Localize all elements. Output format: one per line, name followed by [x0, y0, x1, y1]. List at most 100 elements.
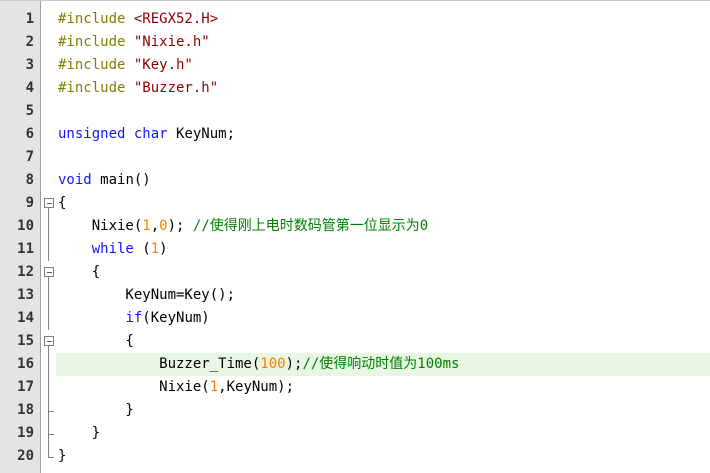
code-token: #include [58, 34, 134, 50]
code-line[interactable]: 2 #include "Nixie.h" [0, 31, 710, 54]
code-line[interactable]: 13 KeyNum=Key(); [0, 284, 710, 307]
fold-marker [44, 399, 54, 422]
code-text[interactable]: { [56, 261, 710, 284]
code-token: "Key.h" [133, 57, 193, 73]
code-text[interactable] [56, 146, 710, 169]
fold-marker [44, 146, 53, 169]
code-line[interactable]: 9{ [0, 192, 710, 215]
code-token: Nixie( [58, 379, 210, 395]
fold-marker [44, 8, 53, 31]
line-number: 15 [17, 333, 34, 349]
code-token: ,KeyNum); [218, 379, 295, 395]
code-editor[interactable]: 1 #include <REGX52.H> 2 #include "Nixie.h" 3… [0, 0, 710, 473]
code-line[interactable]: 4 #include "Buzzer.h" [0, 77, 710, 100]
code-text[interactable]: if(KeyNum) [56, 307, 710, 330]
code-token: unsigned char [58, 126, 177, 142]
line-number: 16 [17, 356, 34, 372]
code-token: 1 [142, 218, 151, 234]
fold-marker [44, 169, 53, 192]
code-token: ) [159, 241, 168, 257]
code-token: <REGX52.H> [133, 11, 219, 27]
code-line[interactable]: 8 void main() [0, 169, 710, 192]
code-line[interactable]: 11 while (1) [0, 238, 710, 261]
code-lines[interactable]: 1 #include <REGX52.H> 2 #include "Nixie.h" 3… [0, 8, 710, 468]
code-token: , [150, 218, 160, 234]
line-number: 18 [17, 402, 34, 418]
fold-marker [44, 54, 53, 77]
fold-marker [44, 215, 53, 238]
code-token: KeyNum; [176, 126, 236, 142]
code-line[interactable]: 1 #include <REGX52.H> [0, 8, 710, 31]
code-text[interactable]: KeyNum=Key(); [56, 284, 710, 307]
fold-marker[interactable] [44, 192, 54, 215]
code-token: { [58, 195, 67, 211]
fold-marker[interactable] [44, 330, 54, 353]
code-line[interactable]: 7 [0, 146, 710, 169]
line-number: 13 [17, 287, 34, 303]
code-text[interactable]: unsigned char KeyNum; [56, 123, 710, 146]
code-token: KeyNum=Key(); [58, 287, 236, 303]
code-token: { [58, 264, 101, 280]
fold-marker [44, 445, 54, 468]
line-number: 4 [25, 80, 34, 96]
code-token: 0 [159, 218, 168, 234]
code-token: while [91, 241, 134, 257]
fold-marker [44, 31, 53, 54]
code-text[interactable]: #include "Nixie.h" [56, 31, 710, 54]
code-text[interactable]: { [56, 192, 710, 215]
code-token: } [58, 425, 101, 441]
code-text[interactable]: while (1) [56, 238, 710, 261]
fold-marker [44, 376, 53, 399]
code-line[interactable]: 20} [0, 445, 710, 468]
code-token: #include [58, 57, 134, 73]
code-token: ); [167, 218, 193, 234]
code-token: 1 [150, 241, 160, 257]
code-line[interactable]: 6 unsigned char KeyNum; [0, 123, 710, 146]
code-text[interactable]: } [56, 399, 710, 422]
fold-marker[interactable] [44, 261, 54, 284]
line-number: 8 [25, 172, 34, 188]
code-text[interactable]: Nixie(1,KeyNum); [56, 376, 710, 399]
code-text[interactable]: void main() [56, 169, 710, 192]
code-line[interactable]: 16 Buzzer_Time(100);//使得响动时值为100ms [0, 353, 710, 376]
code-text[interactable]: Nixie(1,0); //使得刚上电时数码管第一位显示为0 [56, 215, 710, 238]
code-line[interactable]: 12 { [0, 261, 710, 284]
code-token: } [58, 448, 67, 464]
code-line[interactable]: 10 Nixie(1,0); //使得刚上电时数码管第一位显示为0 [0, 215, 710, 238]
code-token: main() [100, 172, 151, 188]
code-token: //使得响动时值为100ms [302, 356, 460, 372]
code-line[interactable]: 3 #include "Key.h" [0, 54, 710, 77]
code-text[interactable]: } [56, 422, 710, 445]
code-line[interactable]: 19 } [0, 422, 710, 445]
code-token: #include [58, 80, 134, 96]
code-text[interactable]: Buzzer_Time(100);//使得响动时值为100ms [56, 353, 710, 376]
line-number: 20 [17, 448, 34, 464]
collapse-icon[interactable] [44, 336, 54, 346]
code-text[interactable]: #include "Buzzer.h" [56, 77, 710, 100]
editor-top-border [0, 0, 710, 1]
code-line[interactable]: 17 Nixie(1,KeyNum); [0, 376, 710, 399]
line-number: 9 [25, 195, 34, 211]
fold-marker [44, 238, 53, 261]
collapse-icon[interactable] [44, 198, 54, 208]
code-token: "Buzzer.h" [133, 80, 219, 96]
collapse-icon[interactable] [44, 267, 54, 277]
code-line[interactable]: 5 [0, 100, 710, 123]
line-number: 11 [17, 241, 34, 257]
code-line[interactable]: 15 { [0, 330, 710, 353]
code-text[interactable]: } [56, 445, 710, 468]
code-text[interactable]: #include "Key.h" [56, 54, 710, 77]
code-line[interactable]: 18 } [0, 399, 710, 422]
code-token: void [58, 172, 101, 188]
fold-marker [44, 123, 53, 146]
line-number: 2 [25, 34, 34, 50]
fold-marker [44, 284, 53, 307]
code-text[interactable] [56, 100, 710, 123]
line-number: 1 [25, 11, 34, 27]
code-text[interactable]: #include <REGX52.H> [56, 8, 710, 31]
code-token: if [125, 310, 143, 326]
code-line[interactable]: 14 if(KeyNum) [0, 307, 710, 330]
code-token: } [58, 402, 134, 418]
code-text[interactable]: { [56, 330, 710, 353]
